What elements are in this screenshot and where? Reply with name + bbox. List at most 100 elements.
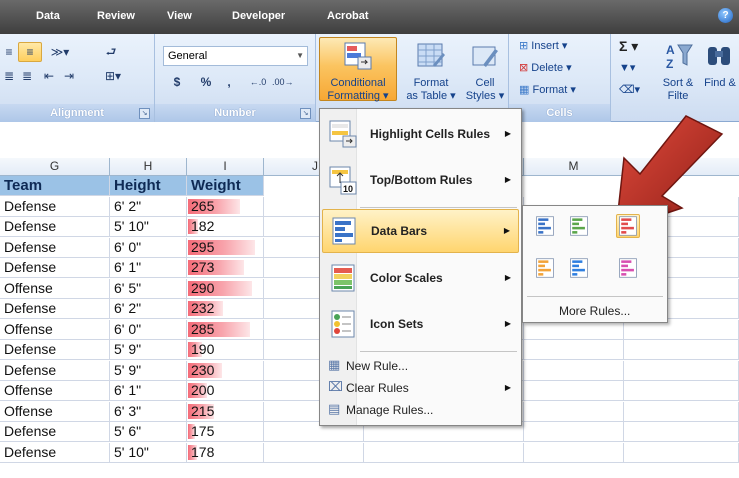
empty-cell[interactable] [624,422,739,442]
more-rules-link[interactable]: More Rules... [559,304,630,318]
weight-cell[interactable]: 290 [187,279,264,299]
weight-cell[interactable]: 230 [187,361,264,381]
height-cell[interactable]: 6' 3" [110,402,187,422]
menu-item-clear-rules[interactable]: ⌧ Clear Rules ▶ [322,377,519,399]
team-cell[interactable]: Offense [0,381,110,401]
merge-center-icon[interactable]: ⊞▾ [98,66,128,86]
team-cell[interactable]: Offense [0,279,110,299]
height-cell[interactable]: 5' 10" [110,443,187,463]
empty-cell[interactable] [624,340,739,360]
weight-cell[interactable]: 285 [187,320,264,340]
weight-cell[interactable]: 190 [187,340,264,360]
team-cell[interactable]: Defense [0,361,110,381]
weight-cell[interactable]: 295 [187,238,264,258]
empty-cell[interactable] [624,402,739,422]
menu-item-data-bars[interactable]: Data Bars ▶ [322,209,519,253]
empty-cell[interactable] [524,422,624,442]
empty-cell[interactable] [624,320,739,340]
tab-data[interactable]: Data [36,10,60,22]
weight-cell[interactable]: 175 [187,422,264,442]
menu-item-top-bottom-rules[interactable]: 10 Top/Bottom Rules ▶ [322,159,519,203]
data-bar-swatch[interactable] [616,256,640,280]
weight-cell[interactable]: 178 [187,443,264,463]
fill-icon[interactable]: ▼▾ [619,58,635,78]
height-cell[interactable]: 6' 1" [110,258,187,278]
help-icon[interactable]: ? [718,8,733,23]
orientation-icon[interactable]: ≫▾ [46,42,74,62]
wrap-text-icon[interactable]: ⮐ [100,42,122,62]
team-cell[interactable]: Defense [0,258,110,278]
empty-cell[interactable] [524,402,624,422]
conditional-formatting-button[interactable]: Conditional Formatting ▾ [319,37,397,102]
sort-filter-button[interactable]: A Z Sort & Filte [657,37,699,102]
format-button[interactable]: ▦ Format ▾ [519,80,576,100]
team-cell[interactable]: Defense [0,299,110,319]
increase-decimal-icon[interactable]: ←.0 [247,72,269,92]
increase-indent-icon[interactable]: ⇥ [60,66,78,86]
header-cell-height[interactable]: Height [110,176,187,196]
empty-cell[interactable] [624,443,739,463]
tab-review[interactable]: Review [97,10,135,22]
empty-cell[interactable] [524,381,624,401]
number-format-dropdown[interactable]: General ▼ [163,46,308,66]
insert-button[interactable]: ⊞ Insert ▾ [519,36,567,56]
column-header-i[interactable]: I [187,158,264,176]
height-cell[interactable]: 6' 1" [110,381,187,401]
autosum-icon[interactable]: Σ ▾ [619,36,638,56]
header-cell-weight[interactable]: Weight [187,176,264,196]
column-header-h[interactable]: H [110,158,187,176]
height-cell[interactable]: 5' 9" [110,340,187,360]
height-cell[interactable]: 5' 9" [110,361,187,381]
data-bar-swatch[interactable] [533,214,557,238]
align-right-icon[interactable]: ≣ [18,66,36,86]
data-bar-swatch[interactable] [616,214,640,238]
height-cell[interactable]: 6' 5" [110,279,187,299]
weight-cell[interactable]: 273 [187,258,264,278]
format-as-table-button[interactable]: Format as Table ▾ [400,37,462,102]
align-center-icon[interactable]: ≡ [18,42,42,62]
empty-cell[interactable] [624,381,739,401]
weight-cell[interactable]: 200 [187,381,264,401]
percent-button[interactable]: % [195,72,217,92]
menu-item-icon-sets[interactable]: Icon Sets ▶ [322,303,519,347]
menu-item-manage-rules[interactable]: ▤ Manage Rules... [322,399,519,421]
height-cell[interactable]: 6' 0" [110,320,187,340]
team-cell[interactable]: Offense [0,402,110,422]
weight-cell[interactable]: 232 [187,299,264,319]
currency-button[interactable]: $ [163,72,191,92]
decrease-decimal-icon[interactable]: .00→ [271,72,294,92]
empty-cell[interactable] [524,361,624,381]
team-cell[interactable]: Defense [0,217,110,237]
menu-item-color-scales[interactable]: Color Scales ▶ [322,257,519,301]
team-cell[interactable]: Defense [0,238,110,258]
team-cell[interactable]: Offense [0,320,110,340]
team-cell[interactable]: Defense [0,443,110,463]
empty-cell[interactable] [524,443,624,463]
menu-item-new-rule[interactable]: ▦ New Rule... [322,355,519,377]
tab-view[interactable]: View [167,10,192,22]
column-header-g[interactable]: G [0,158,110,176]
data-bar-swatch[interactable] [567,214,591,238]
empty-cell[interactable] [364,443,524,463]
tab-developer[interactable]: Developer [232,10,285,22]
weight-cell[interactable]: 265 [187,197,264,217]
empty-cell[interactable] [524,340,624,360]
align-left-icon[interactable]: ≣ [2,66,16,86]
alignment-dialog-launcher-icon[interactable]: ↘ [139,108,150,119]
weight-cell[interactable]: 215 [187,402,264,422]
empty-cell[interactable] [624,361,739,381]
weight-cell[interactable]: 182 [187,217,264,237]
height-cell[interactable]: 6' 2" [110,299,187,319]
height-cell[interactable]: 5' 10" [110,217,187,237]
number-dialog-launcher-icon[interactable]: ↘ [300,108,311,119]
align-middle-icon[interactable]: ≡ [2,42,16,62]
height-cell[interactable]: 6' 2" [110,197,187,217]
decrease-indent-icon[interactable]: ⇤ [40,66,58,86]
header-cell-team[interactable]: Team [0,176,110,196]
tab-acrobat[interactable]: Acrobat [327,10,369,22]
cell-styles-button[interactable]: Cell Styles ▾ [462,37,508,102]
comma-button[interactable]: , [221,72,237,92]
empty-cell[interactable] [524,320,624,340]
data-bar-swatch[interactable] [533,256,557,280]
team-cell[interactable]: Defense [0,422,110,442]
